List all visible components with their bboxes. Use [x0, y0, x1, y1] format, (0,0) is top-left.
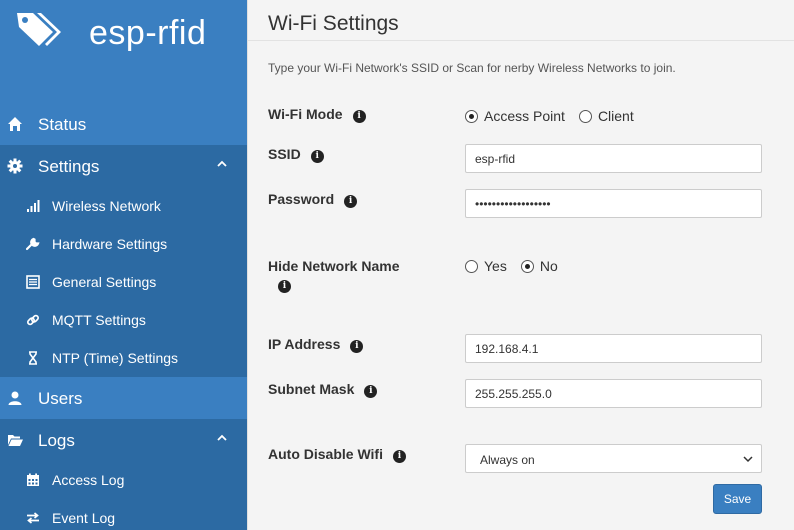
- link-icon: [26, 314, 40, 326]
- auto-disable-label: Auto Disable Wifi: [268, 446, 383, 462]
- wifi-mode-client-label: Client: [597, 108, 634, 124]
- hide-network-yes-option[interactable]: Yes: [465, 258, 507, 274]
- nav-users[interactable]: Users: [0, 377, 247, 419]
- nav-event-log[interactable]: Event Log: [0, 499, 247, 530]
- info-icon[interactable]: i: [352, 110, 366, 123]
- hide-network-label: Hide Network Name: [268, 258, 400, 274]
- nav-hardware-settings-label: Hardware Settings: [52, 236, 168, 252]
- main-panel: Wi-Fi Settings Type your Wi-Fi Network's…: [247, 0, 794, 530]
- home-icon: [8, 117, 22, 131]
- info-icon[interactable]: i: [310, 150, 324, 163]
- nav-status-label: Status: [38, 115, 87, 134]
- password-label-row: Password i: [268, 191, 358, 208]
- auto-disable-value: Always on: [480, 453, 535, 467]
- list-icon: [26, 275, 40, 289]
- nav-ntp-settings[interactable]: NTP (Time) Settings: [0, 339, 247, 377]
- ip-address-label: IP Address: [268, 336, 341, 352]
- wifi-mode-client-option[interactable]: Client: [578, 108, 634, 124]
- nav-access-log[interactable]: Access Log: [0, 461, 247, 499]
- nav-wireless-network-label: Wireless Network: [52, 198, 161, 214]
- exchange-icon: [27, 512, 39, 524]
- hide-network-yes-label: Yes: [484, 258, 507, 274]
- nav-logs[interactable]: Logs: [0, 419, 247, 461]
- ssid-input[interactable]: [465, 144, 762, 173]
- hide-network-no-option[interactable]: No: [520, 258, 558, 274]
- page-description: Type your Wi-Fi Network's SSID or Scan f…: [268, 61, 676, 75]
- settings-submenu: Wireless Network Hardware Settings Gener…: [0, 187, 247, 377]
- info-icon[interactable]: i: [393, 450, 406, 463]
- info-icon[interactable]: i: [364, 385, 378, 398]
- wrench-icon: [26, 237, 40, 251]
- save-button[interactable]: Save: [713, 484, 762, 514]
- brand-title: esp-rfid: [89, 14, 207, 52]
- subnet-mask-input[interactable]: [465, 379, 762, 408]
- nav-event-log-label: Event Log: [52, 510, 116, 526]
- chevron-down-icon: [743, 456, 753, 463]
- page-header: Wi-Fi Settings: [248, 0, 794, 41]
- hide-network-radio-group: Yes No: [465, 258, 572, 274]
- wifi-mode-label: Wi-Fi Mode: [268, 106, 343, 122]
- password-label: Password: [268, 191, 335, 207]
- nav-mqtt-settings[interactable]: MQTT Settings: [0, 301, 247, 339]
- ip-address-label-row: IP Address i: [268, 336, 364, 353]
- info-icon[interactable]: i: [344, 195, 358, 208]
- hide-network-no-label: No: [539, 258, 558, 274]
- ssid-label-row: SSID i: [268, 146, 324, 163]
- nav-access-log-label: Access Log: [52, 472, 125, 488]
- nav-logs-label: Logs: [38, 431, 75, 450]
- nav-hardware-settings[interactable]: Hardware Settings: [0, 225, 247, 263]
- calendar-icon: [27, 473, 39, 486]
- nav-users-label: Users: [38, 389, 83, 408]
- wifi-mode-access-point-radio[interactable]: [465, 109, 478, 123]
- subnet-mask-label: Subnet Mask: [268, 381, 355, 397]
- sidebar: esp-rfid Status Settings Wireless Networ…: [0, 0, 247, 530]
- signal-icon: [27, 200, 40, 212]
- ip-address-input[interactable]: [465, 334, 762, 363]
- wifi-mode-client-radio[interactable]: [578, 109, 592, 123]
- chevron-up-icon[interactable]: [216, 433, 228, 443]
- hourglass-icon: [29, 351, 37, 365]
- wifi-mode-access-point-option[interactable]: Access Point: [465, 108, 565, 124]
- gear-icon: [7, 158, 23, 174]
- tags-icon: [17, 13, 61, 46]
- folder-open-icon: [8, 435, 23, 446]
- page-title: Wi-Fi Settings: [268, 12, 399, 35]
- user-icon: [8, 391, 22, 405]
- logs-submenu: Access Log Event Log: [0, 461, 247, 530]
- nav-status[interactable]: Status: [0, 103, 247, 145]
- hide-network-no-radio[interactable]: [520, 259, 534, 273]
- password-input[interactable]: [465, 189, 762, 218]
- info-icon[interactable]: i: [350, 340, 364, 353]
- hide-network-label-row: Hide Network Name i: [268, 257, 428, 293]
- brand-header: esp-rfid: [0, 0, 247, 103]
- wifi-mode-label-row: Wi-Fi Mode i: [268, 106, 366, 123]
- chevron-up-icon[interactable]: [216, 159, 228, 169]
- nav-general-settings[interactable]: General Settings: [0, 263, 247, 301]
- hide-network-yes-radio[interactable]: [465, 259, 478, 273]
- nav-ntp-settings-label: NTP (Time) Settings: [52, 350, 179, 366]
- nav-mqtt-settings-label: MQTT Settings: [52, 312, 146, 328]
- nav-settings[interactable]: Settings: [0, 145, 247, 187]
- auto-disable-label-row: Auto Disable Wifi i: [268, 446, 406, 463]
- nav-settings-label: Settings: [38, 157, 100, 176]
- nav-wireless-network[interactable]: Wireless Network: [0, 187, 247, 225]
- nav-general-settings-label: General Settings: [52, 274, 157, 290]
- wifi-mode-access-point-label: Access Point: [484, 108, 565, 124]
- auto-disable-select[interactable]: Always on: [465, 444, 762, 473]
- subnet-mask-label-row: Subnet Mask i: [268, 381, 378, 398]
- wifi-mode-radio-group: Access Point Client: [465, 108, 648, 124]
- info-icon[interactable]: i: [278, 280, 291, 293]
- ssid-label: SSID: [268, 146, 301, 162]
